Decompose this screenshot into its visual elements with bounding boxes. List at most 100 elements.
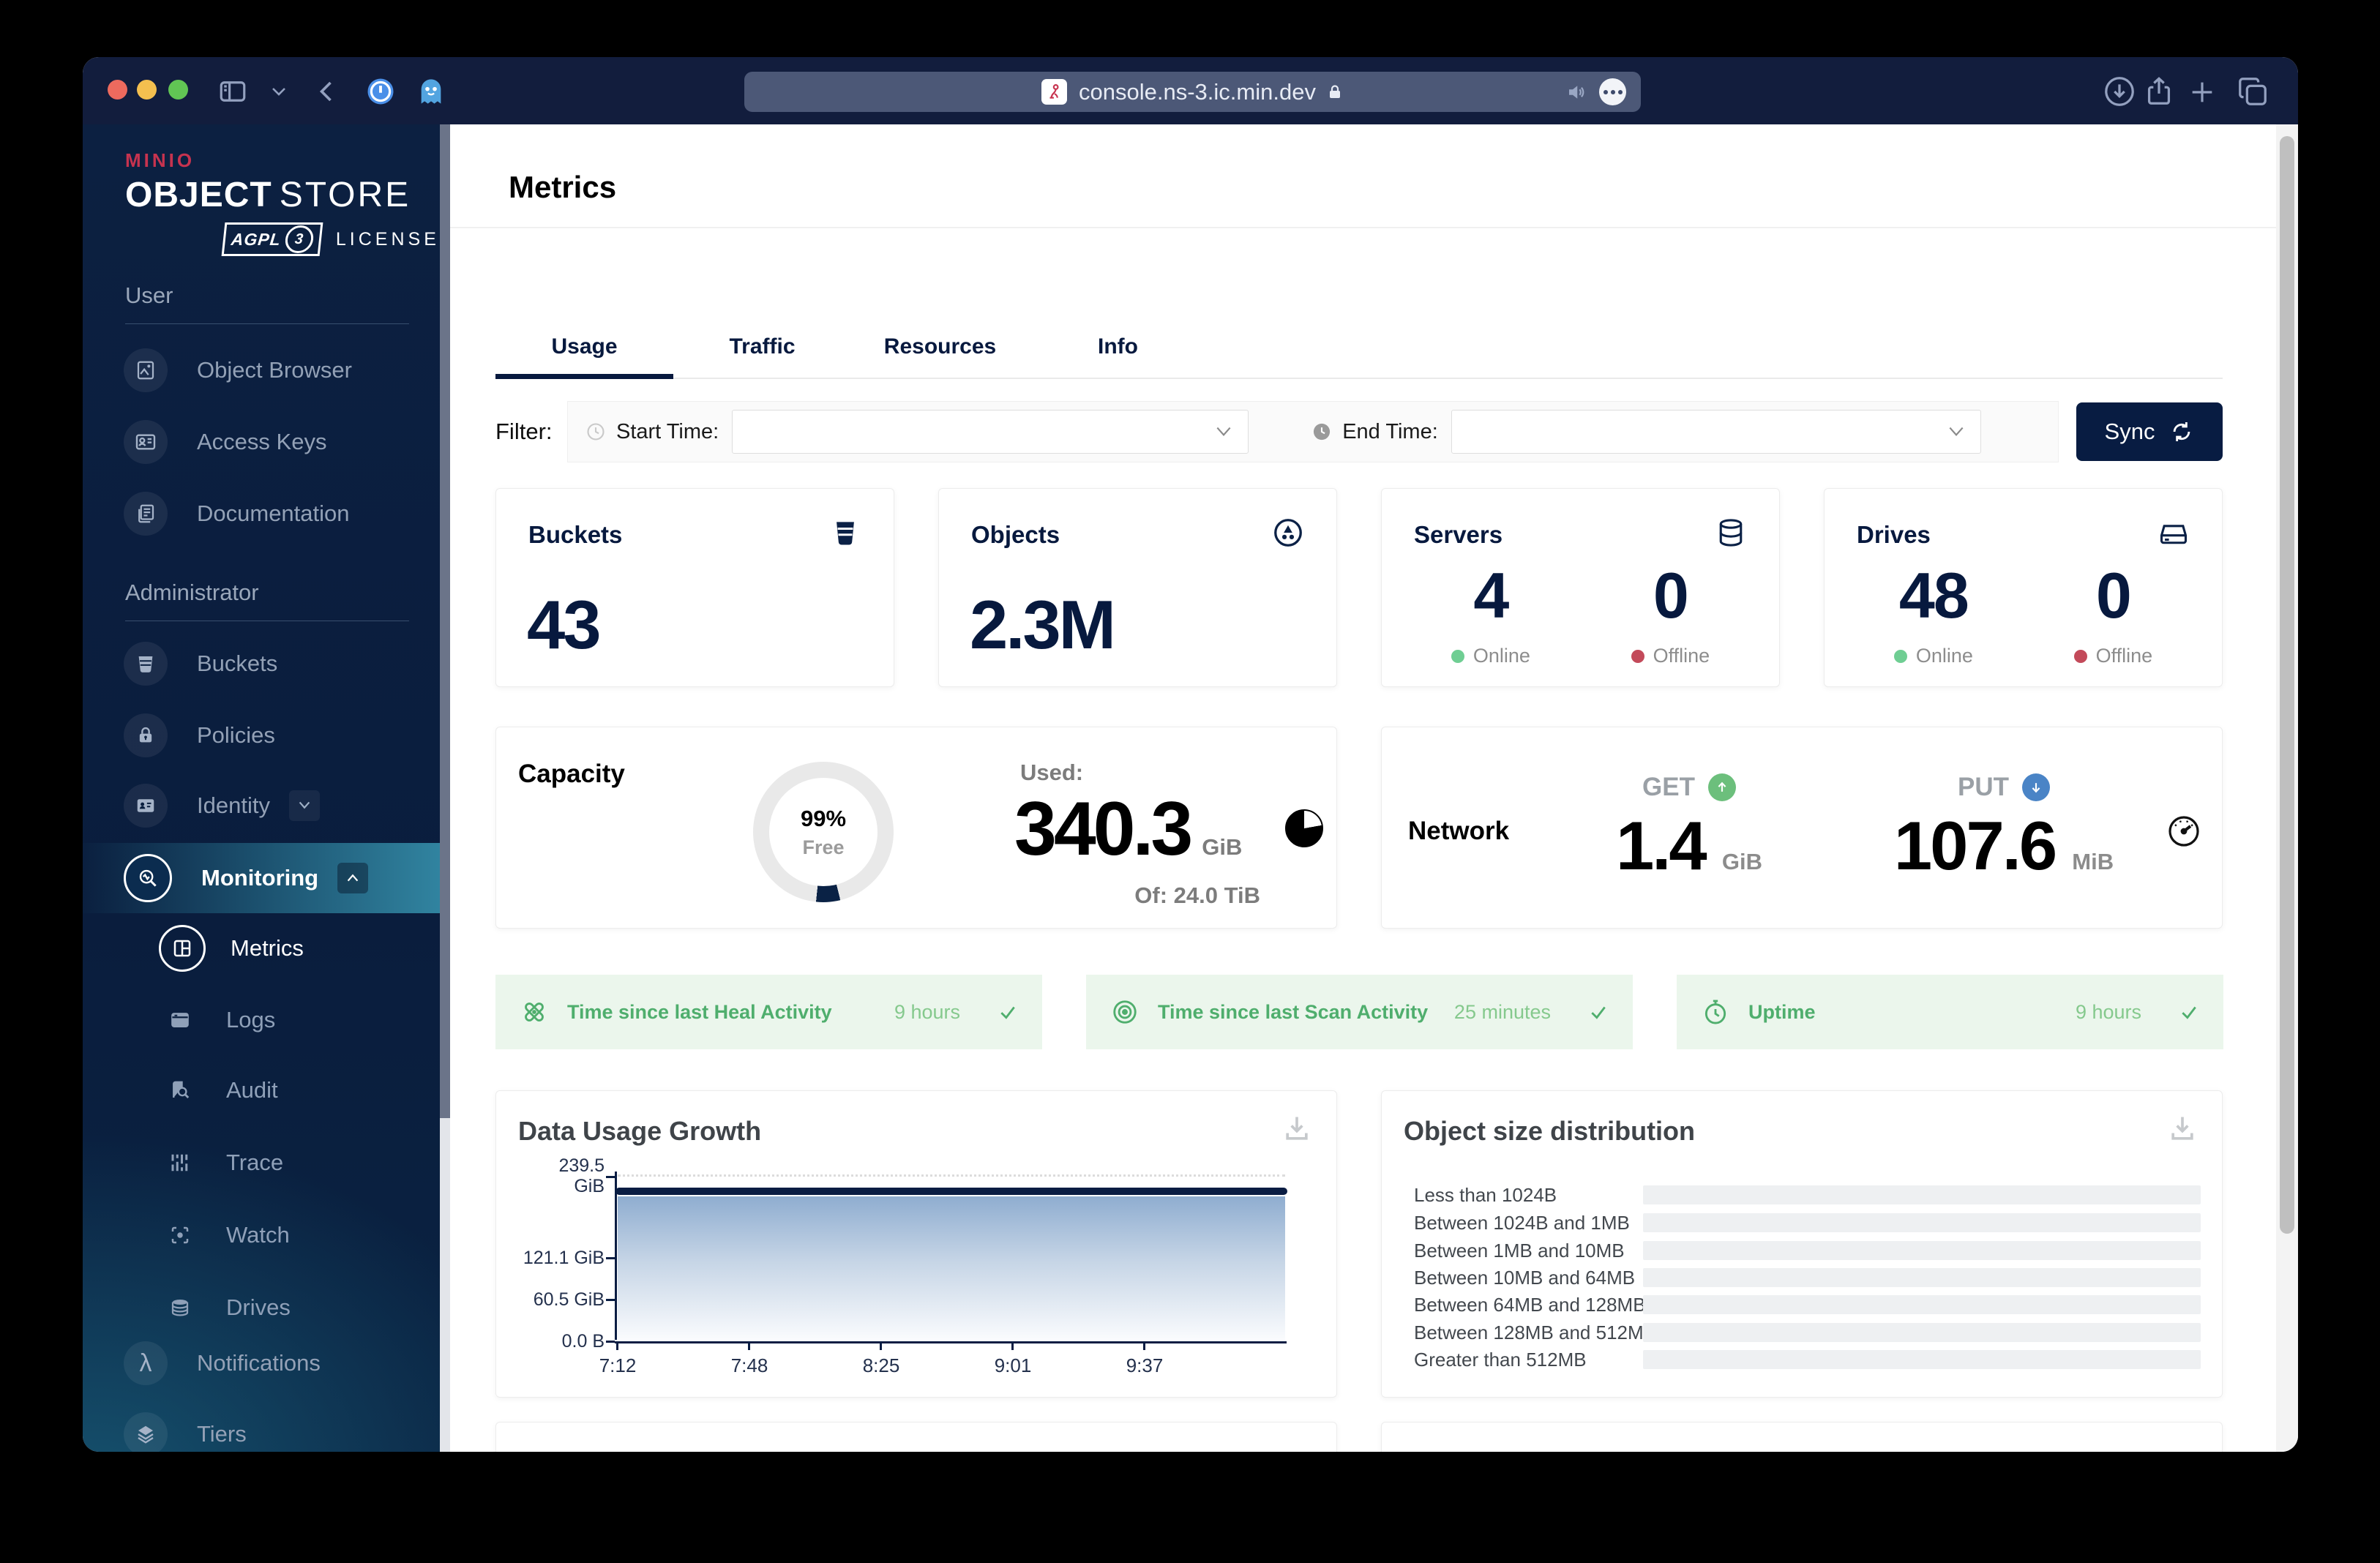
sidebar-scrollbar-thumb[interactable] <box>440 124 450 1118</box>
lock-icon <box>1326 82 1344 102</box>
sidebar-item-documentation[interactable]: Documentation <box>83 479 450 549</box>
servers-card: Servers 4 Online 0 Offline <box>1381 488 1780 687</box>
capacity-used-label: Used: <box>1020 760 1084 785</box>
close-window-button[interactable] <box>108 80 127 100</box>
tab-usage[interactable]: Usage <box>495 316 673 379</box>
sidebar-item-policies[interactable]: Policies <box>83 700 450 771</box>
brand-name: MINIO <box>125 149 195 171</box>
monitoring-icon <box>124 854 172 902</box>
objects-label: Objects <box>971 521 1060 548</box>
servers-offline-col: 0 Offline <box>1631 558 1710 667</box>
product-name: OBJECT STORE <box>125 176 411 214</box>
lambda-icon: λ <box>124 1341 168 1385</box>
identity-icon <box>124 784 168 828</box>
sidebar-item-notifications[interactable]: λ Notifications <box>83 1328 450 1398</box>
offline-dot <box>1631 649 1644 663</box>
screenshot: console.ns-3.ic.min.dev MINIO OBJECT STO… <box>0 0 2380 1563</box>
objects-card: Objects 2.3M <box>938 488 1337 687</box>
license-row: AGPL 3 LICENSE <box>221 222 440 256</box>
drives-offline-col: 0 Offline <box>2073 558 2152 667</box>
sidebar-item-monitoring[interactable]: Monitoring <box>83 843 450 913</box>
end-time-select[interactable] <box>1451 410 1981 454</box>
osd-row: Less than 1024B <box>1382 1185 2222 1205</box>
zoom-window-button[interactable] <box>168 80 188 100</box>
object-size-distribution-title: Object size distribution <box>1404 1116 1696 1146</box>
share-icon[interactable] <box>2142 73 2176 110</box>
address-bar[interactable]: console.ns-3.ic.min.dev <box>744 72 1641 112</box>
agpl-badge: AGPL 3 <box>221 222 323 256</box>
tab-traffic[interactable]: Traffic <box>673 316 851 378</box>
new-tab-icon[interactable] <box>2188 78 2217 107</box>
online-dot <box>1893 649 1907 663</box>
sidebar-toggle-icon[interactable] <box>217 76 248 107</box>
x-label-3: 8:25 <box>862 1354 900 1376</box>
back-icon[interactable] <box>314 78 340 105</box>
section-heading-administrator: Administrator <box>125 580 259 605</box>
start-time-label: Start Time: <box>616 419 719 443</box>
osd-row: Between 128MB and 512MB <box>1382 1322 2222 1343</box>
ghostery-extension-icon[interactable] <box>416 76 446 107</box>
audio-icon[interactable] <box>1565 81 1587 103</box>
buckets-label: Buckets <box>528 521 623 548</box>
access-keys-icon <box>124 420 168 464</box>
scan-banner-value: 25 minutes <box>1453 1000 1551 1023</box>
capacity-donut-text: 99% Free <box>800 805 847 858</box>
drives-card: Drives 48 Online 0 Offline <box>1824 488 2223 687</box>
sidebar-item-object-browser[interactable]: Object Browser <box>83 335 450 405</box>
osd-bar-track <box>1643 1295 2201 1314</box>
sidebar-item-identity[interactable]: Identity <box>83 771 450 841</box>
network-get-col: GET 1.4 GiB <box>1616 773 1762 884</box>
main-scrollbar-thumb[interactable] <box>2280 136 2294 1234</box>
sidebar-item-tiers[interactable]: Tiers <box>83 1399 450 1452</box>
download-chart-icon[interactable] <box>1281 1113 1313 1145</box>
sidebar-subitem-audit[interactable]: Audit <box>83 1055 450 1125</box>
uptime-banner-label: Uptime <box>1748 1000 1816 1023</box>
pie-chart-icon <box>1285 809 1323 847</box>
start-time-select[interactable] <box>732 410 1249 454</box>
header-divider <box>450 227 2298 228</box>
sidebar-subitem-metrics[interactable]: Metrics <box>83 913 450 983</box>
y-tick-60: 60.5 GiB <box>533 1289 605 1310</box>
main-content: Metrics Usage Traffic Resources Info Fil… <box>450 124 2298 1452</box>
download-chart-icon[interactable] <box>2166 1113 2198 1145</box>
capacity-card: Capacity 99% Free Used: 340.3 GiB Of: 24… <box>495 727 1337 929</box>
tab-info[interactable]: Info <box>1029 316 1207 378</box>
y-axis <box>615 1172 617 1340</box>
scan-target-icon <box>1111 998 1139 1026</box>
data-usage-growth-title: Data Usage Growth <box>518 1116 762 1146</box>
trace-icon <box>159 1142 201 1184</box>
sidebar-subitem-logs[interactable]: Logs <box>83 985 450 1055</box>
bucket-icon <box>829 517 861 549</box>
monitoring-collapse-chevron-up-icon[interactable] <box>337 863 369 893</box>
minio-logo: MINIO OBJECT STORE AGPL 3 LICENSE <box>125 149 440 256</box>
more-icon[interactable] <box>1599 78 1626 105</box>
sidebar: MINIO OBJECT STORE AGPL 3 LICENSE User Obj… <box>83 124 450 1452</box>
chevron-down-icon[interactable] <box>270 85 288 98</box>
tab-overview-icon[interactable] <box>2236 75 2269 108</box>
heal-banner-value: 9 hours <box>894 1000 960 1023</box>
servers-offline-value: 0 <box>1653 559 1689 631</box>
heal-activity-banner: Time since last Heal Activity 9 hours <box>495 975 1042 1049</box>
capacity-network-row: Capacity 99% Free Used: 340.3 GiB Of: 24… <box>495 727 2223 929</box>
page-title: Metrics <box>509 170 617 204</box>
x-label-5: 9:37 <box>1126 1354 1164 1376</box>
object-browser-icon <box>124 348 168 392</box>
peek-card <box>495 1422 1337 1452</box>
offline-dot <box>2073 649 2087 663</box>
stats-row: Buckets 43 Objects 2.3M Servers 4 Online <box>495 488 2223 687</box>
bucket-icon <box>124 642 168 686</box>
sidebar-item-access-keys[interactable]: Access Keys <box>83 407 450 477</box>
sidebar-subitem-trace[interactable]: Trace <box>83 1128 450 1198</box>
sidebar-subitem-watch[interactable]: Watch <box>83 1200 450 1270</box>
drive-icon <box>2158 517 2190 549</box>
tab-resources[interactable]: Resources <box>851 316 1029 378</box>
downloads-icon[interactable] <box>2103 75 2136 108</box>
minimize-window-button[interactable] <box>137 80 157 100</box>
onepassword-extension-icon[interactable] <box>365 76 396 107</box>
sync-button[interactable]: Sync <box>2076 402 2223 461</box>
sidebar-item-buckets[interactable]: Buckets <box>83 629 450 699</box>
get-up-arrow-icon <box>1707 773 1736 801</box>
section-heading-user: User <box>125 282 173 308</box>
identity-expand-chevron-down-icon[interactable] <box>288 790 320 821</box>
capacity-total-label: Of: 24.0 TiB <box>1134 882 1260 908</box>
